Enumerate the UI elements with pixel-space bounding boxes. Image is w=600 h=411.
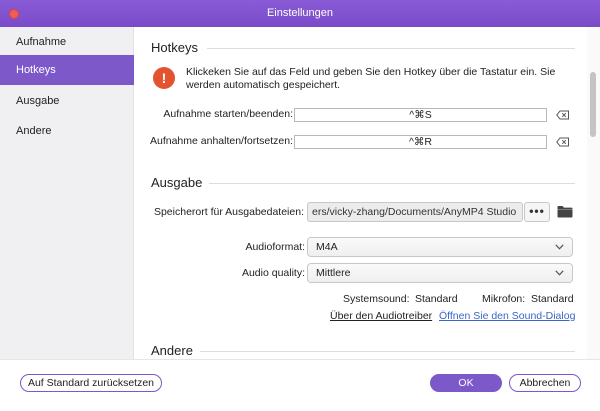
audio-quality-value: Mittlere: [316, 267, 351, 279]
section-title-ausgabe: Ausgabe: [151, 175, 203, 190]
settings-window: Einstellungen Aufnahme Hotkeys Ausgabe A…: [0, 0, 600, 411]
sidebar-item-label: Ausgabe: [16, 95, 60, 107]
hotkey-label-start: Aufnahme starten/beenden:: [163, 108, 293, 120]
ok-button[interactable]: OK: [430, 374, 502, 392]
audioformat-value: M4A: [316, 241, 338, 253]
title-bar: Einstellungen: [0, 0, 600, 27]
sidebar-item-label: Aufnahme: [16, 36, 67, 48]
audio-driver-link[interactable]: Über den Audiotreiber: [330, 310, 432, 322]
hotkey-field-start[interactable]: ^⌘S: [294, 108, 547, 122]
hotkey-notice: Klickeken Sie auf das Feld und geben Sie…: [186, 66, 556, 91]
output-path-label: Speicherort für Ausgabedateien:: [153, 206, 304, 218]
folder-icon[interactable]: [557, 205, 573, 218]
hotkey-field-pause[interactable]: ^⌘R: [294, 135, 547, 149]
output-path-field[interactable]: ers/vicky-zhang/Documents/AnyMP4 Studio: [307, 202, 523, 222]
sidebar: Aufnahme Hotkeys Ausgabe Andere: [0, 27, 134, 359]
warning-icon: !: [153, 67, 175, 89]
audio-quality-label: Audio quality:: [241, 267, 305, 279]
sidebar-item-aufnahme[interactable]: Aufnahme: [0, 27, 134, 57]
chevron-down-icon: [555, 270, 564, 276]
sidebar-item-ausgabe[interactable]: Ausgabe: [0, 86, 134, 116]
section-divider: [200, 351, 575, 352]
systemsound-label: Systemsound:: [343, 293, 410, 305]
scroll-thumb[interactable]: [590, 72, 596, 137]
scrollbar[interactable]: [587, 27, 600, 359]
hotkey-label-pause: Aufnahme anhalten/fortsetzen:: [149, 135, 293, 147]
audioformat-select[interactable]: M4A: [307, 237, 573, 257]
reset-defaults-button[interactable]: Auf Standard zurücksetzen: [20, 374, 162, 392]
clear-icon[interactable]: [556, 137, 570, 147]
mikrofon-label: Mikrofon:: [482, 293, 526, 305]
section-divider: [207, 48, 575, 49]
sidebar-item-hotkeys[interactable]: Hotkeys: [0, 55, 134, 85]
sidebar-item-andere[interactable]: Andere: [0, 116, 134, 146]
chevron-down-icon: [555, 244, 564, 250]
close-window-button[interactable]: [9, 9, 19, 19]
cancel-button[interactable]: Abbrechen: [509, 374, 581, 392]
sound-dialog-link[interactable]: Öffnen Sie den Sound-Dialog: [439, 310, 575, 322]
browse-button[interactable]: •••: [524, 202, 550, 222]
settings-content: Hotkeys ! Klickeken Sie auf das Feld und…: [135, 27, 586, 359]
footer-bar: Auf Standard zurücksetzen OK Abbrechen: [0, 359, 600, 411]
window-title: Einstellungen: [266, 7, 334, 19]
audioformat-label: Audioformat:: [245, 241, 305, 253]
audio-quality-select[interactable]: Mittlere: [307, 263, 573, 283]
section-title-hotkeys: Hotkeys: [151, 40, 198, 55]
clear-icon[interactable]: [556, 110, 570, 120]
sidebar-item-label: Andere: [16, 125, 52, 137]
mikrofon-value: Standard: [531, 293, 574, 305]
section-title-andere: Andere: [151, 343, 193, 358]
section-divider: [209, 183, 575, 184]
sidebar-item-label: Hotkeys: [16, 64, 56, 76]
systemsound-value: Standard: [415, 293, 458, 305]
